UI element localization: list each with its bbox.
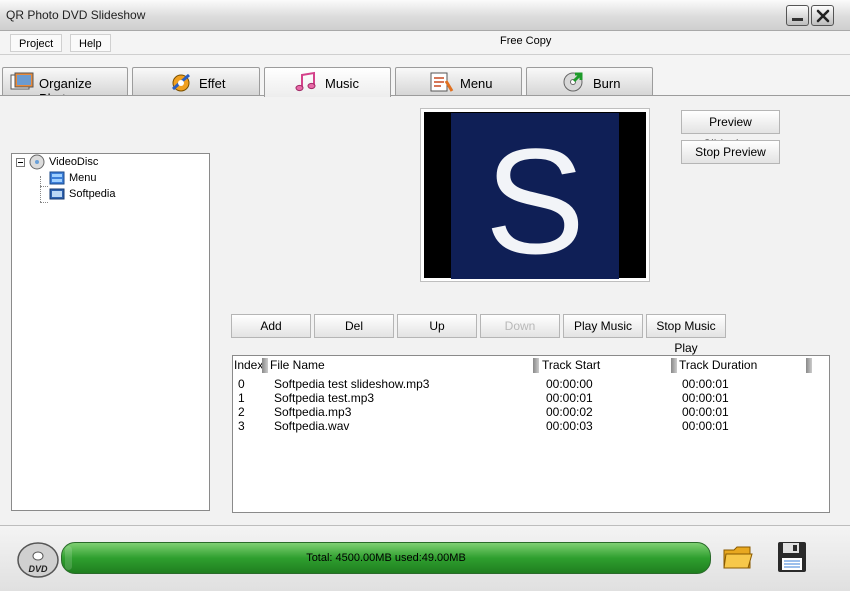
tab-effet[interactable]: Effet xyxy=(132,67,260,95)
tree-collapse-toggle[interactable] xyxy=(16,158,25,167)
disc-tree[interactable]: VideoDisc Menu Softpedia xyxy=(11,153,210,511)
dvd-icon: DVD xyxy=(17,542,59,578)
window-title: QR Photo DVD Slideshow xyxy=(6,8,146,22)
column-divider[interactable] xyxy=(671,358,677,373)
table-row[interactable]: 3 Softpedia.wav 00:00:03 00:00:01 xyxy=(233,419,823,433)
cell-track-start: 00:00:01 xyxy=(546,391,593,405)
delete-button[interactable]: Del xyxy=(314,314,394,338)
disc-icon xyxy=(29,154,45,170)
tree-node-label: Menu xyxy=(69,172,97,184)
cell-file-name: Softpedia test.mp3 xyxy=(274,391,375,405)
cell-index: 1 xyxy=(238,391,245,405)
cell-track-start: 00:00:00 xyxy=(546,377,593,391)
tree-connector xyxy=(40,186,48,187)
license-label: Free Copy xyxy=(500,35,552,47)
move-down-button[interactable]: Down xyxy=(480,314,560,338)
column-header-track-start[interactable]: Track Start xyxy=(542,357,600,373)
tree-node-label: Softpedia xyxy=(69,188,116,200)
cell-track-duration: 00:00:01 xyxy=(682,377,729,391)
cell-file-name: Softpedia.mp3 xyxy=(274,405,352,419)
table-row[interactable]: 0 Softpedia test slideshow.mp3 00:00:00 … xyxy=(233,377,823,391)
disc-capacity-bar: Total: 4500.00MB used:49.00MB xyxy=(61,542,711,574)
tab-organize-photo[interactable]: Organize Photo xyxy=(2,67,128,106)
music-note-icon xyxy=(295,71,316,92)
cell-track-start: 00:00:02 xyxy=(546,405,593,419)
minimize-button[interactable] xyxy=(786,5,809,26)
menu-bar: Project Help Free Copy xyxy=(0,31,850,55)
menu-page-icon xyxy=(49,171,65,185)
cell-index: 0 xyxy=(238,377,245,391)
tree-connector xyxy=(40,176,41,202)
preview-screen: S xyxy=(424,112,646,285)
tab-burn[interactable]: Burn xyxy=(526,67,653,95)
add-button[interactable]: Add xyxy=(231,314,311,338)
play-music-button[interactable]: Play Music xyxy=(563,314,643,338)
column-header-file-name[interactable]: File Name xyxy=(270,357,325,373)
column-divider[interactable] xyxy=(262,358,268,373)
cell-file-name: Softpedia.wav xyxy=(274,419,350,433)
tab-label: Menu xyxy=(460,76,493,91)
menu-icon xyxy=(430,72,454,92)
cell-track-start: 00:00:03 xyxy=(546,419,593,433)
tab-label: Burn xyxy=(593,76,621,91)
stop-music-button[interactable]: Stop Music Play xyxy=(646,314,726,355)
dvd-label: DVD xyxy=(28,564,48,574)
column-divider[interactable] xyxy=(533,358,539,373)
tab-label: Music xyxy=(325,76,359,91)
open-folder-icon[interactable] xyxy=(722,542,754,572)
tab-music[interactable]: Music xyxy=(264,67,391,97)
slideshow-icon xyxy=(49,188,65,200)
tree-node-label: VideoDisc xyxy=(49,156,99,168)
stop-preview-button[interactable]: Stop Preview xyxy=(681,140,780,164)
cell-index: 2 xyxy=(238,405,245,419)
cell-index: 3 xyxy=(238,419,245,433)
tree-connector xyxy=(40,202,48,203)
preview-letter: S xyxy=(485,117,585,279)
close-icon xyxy=(816,9,830,23)
effect-icon xyxy=(172,73,190,92)
cell-track-duration: 00:00:01 xyxy=(682,391,729,405)
disc-capacity-text: Total: 4500.00MB used:49.00MB xyxy=(306,552,466,564)
close-button[interactable] xyxy=(811,5,834,26)
column-divider[interactable] xyxy=(806,358,812,373)
music-panel: VideoDisc Menu Softpedia S Preview Stop … xyxy=(0,95,850,525)
cell-track-duration: 00:00:01 xyxy=(682,419,729,433)
cell-file-name: Softpedia test slideshow.mp3 xyxy=(274,377,430,391)
tab-bar: Organize Photo Effet Music Menu xyxy=(0,55,850,106)
preview-slideshow-button[interactable]: Preview Slideshow xyxy=(681,110,780,151)
table-row[interactable]: 2 Softpedia.mp3 00:00:02 00:00:01 xyxy=(233,405,823,419)
preview-slide: S xyxy=(451,113,619,285)
save-icon[interactable] xyxy=(776,540,808,574)
status-bar: DVD Total: 4500.00MB used:49.00MB xyxy=(0,525,850,591)
burn-icon xyxy=(563,72,583,92)
column-header-track-duration[interactable]: Track Duration xyxy=(679,357,757,373)
menu-project[interactable]: Project xyxy=(10,34,63,52)
title-bar: QR Photo DVD Slideshow xyxy=(0,0,850,31)
preview-image: S xyxy=(485,117,585,285)
photos-icon xyxy=(10,72,34,90)
move-up-button[interactable]: Up xyxy=(397,314,477,338)
tab-label: Effet xyxy=(199,76,226,91)
table-row[interactable]: 1 Softpedia test.mp3 00:00:01 00:00:01 xyxy=(233,391,823,405)
slide-preview: S xyxy=(420,108,650,285)
cell-track-duration: 00:00:01 xyxy=(682,405,729,419)
tab-menu[interactable]: Menu xyxy=(395,67,522,95)
menu-help[interactable]: Help xyxy=(70,34,111,52)
column-header-index[interactable]: Index xyxy=(234,357,263,373)
track-list[interactable]: Index File Name Track Start Track Durati… xyxy=(232,355,830,513)
